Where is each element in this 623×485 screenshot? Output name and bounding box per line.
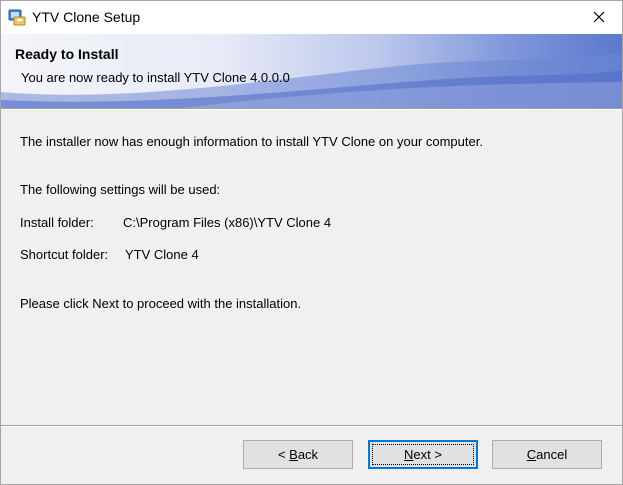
shortcut-folder-label: Shortcut folder:	[20, 247, 109, 262]
installer-app-icon	[8, 9, 26, 26]
next-button-label: Next >	[404, 447, 442, 462]
next-button[interactable]: Next >	[368, 440, 478, 469]
install-folder-label: Install folder:	[20, 215, 94, 230]
footer-divider	[1, 425, 622, 427]
shortcut-folder-value: YTV Clone 4	[125, 247, 199, 262]
back-button[interactable]: < Back	[243, 440, 353, 469]
setup-window: YTV Clone Setup Ready to Install You are…	[0, 0, 623, 485]
close-icon	[593, 11, 605, 23]
page-subtitle: You are now ready to install YTV Clone 4…	[21, 70, 290, 85]
instruction-text: Please click Next to proceed with the in…	[20, 296, 302, 311]
cancel-button[interactable]: Cancel	[492, 440, 602, 469]
cancel-button-label: Cancel	[526, 447, 568, 462]
window-title: YTV Clone Setup	[32, 9, 141, 25]
page-title: Ready to Install	[15, 46, 119, 62]
close-button[interactable]	[576, 1, 622, 33]
settings-heading: The following settings will be used:	[20, 182, 221, 197]
wizard-header: Ready to Install You are now ready to in…	[1, 34, 622, 108]
back-button-label: < Back	[277, 447, 319, 462]
intro-text: The installer now has enough information…	[20, 134, 483, 149]
install-folder-value: C:\Program Files (x86)\YTV Clone 4	[123, 215, 332, 230]
wizard-content: The installer now has enough information…	[1, 110, 622, 425]
title-bar: YTV Clone Setup	[1, 1, 622, 34]
